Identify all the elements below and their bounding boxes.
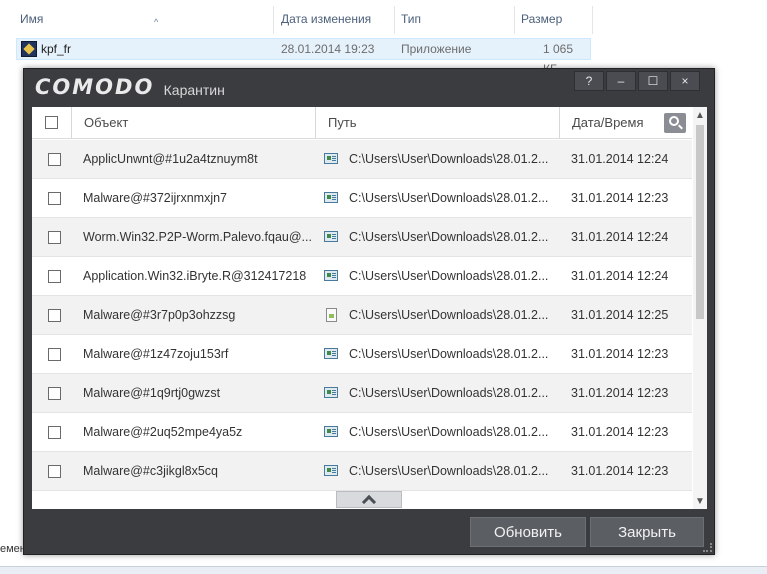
column-modified[interactable]: Дата изменения <box>275 6 395 34</box>
table-row[interactable]: ApplicUnwnt@#1u2a4tznuym8t C:\Users\User… <box>32 140 692 179</box>
object-datetime: 31.01.2014 12:24 <box>571 152 669 166</box>
object-path: C:\Users\User\Downloads\28.01.2... <box>349 269 549 283</box>
close-button[interactable]: Закрыть <box>590 517 704 547</box>
object-name: Malware@#1q9rtj0gwzst <box>83 386 221 400</box>
maximize-button[interactable]: ☐ <box>638 71 668 91</box>
object-datetime: 31.01.2014 12:23 <box>571 347 669 361</box>
column-name-label: Имя <box>20 12 44 26</box>
object-name: Malware@#2uq52mpe4ya5z <box>83 425 243 439</box>
help-button[interactable]: ? <box>574 71 604 91</box>
program-icon <box>324 231 338 242</box>
object-datetime: 31.01.2014 12:23 <box>571 425 669 439</box>
row-checkbox[interactable] <box>48 348 61 361</box>
select-all-checkbox[interactable] <box>45 116 58 129</box>
desktop: Имя ^ Дата изменения Тип Размер kpf_fr 2… <box>0 0 767 574</box>
object-path: C:\Users\User\Downloads\28.01.2... <box>349 230 549 244</box>
refresh-button[interactable]: Обновить <box>470 517 586 547</box>
collapse-details-button[interactable] <box>336 491 402 510</box>
row-checkbox[interactable] <box>48 192 61 205</box>
row-checkbox[interactable] <box>48 465 61 478</box>
object-path: C:\Users\User\Downloads\28.01.2... <box>349 386 549 400</box>
select-all-cell <box>32 107 72 139</box>
row-checkbox[interactable] <box>48 309 61 322</box>
program-icon <box>324 270 338 281</box>
resize-grip-icon[interactable] <box>703 543 712 552</box>
quarantine-window: COMODO Карантин ? – ☐ × Объект Путь Дата… <box>23 68 715 555</box>
quarantine-panel: Объект Путь Дата/Время ApplicUnwnt@#1u2a… <box>32 107 707 510</box>
scrollbar-thumb[interactable] <box>696 125 704 319</box>
object-datetime: 31.01.2014 12:23 <box>571 191 669 205</box>
object-path: C:\Users\User\Downloads\28.01.2... <box>349 308 549 322</box>
object-path: C:\Users\User\Downloads\28.01.2... <box>349 425 549 439</box>
scroll-down-arrow-icon[interactable]: ▼ <box>693 495 707 509</box>
file-type: Приложение <box>401 42 472 56</box>
object-name: Malware@#1z47zoju153rf <box>83 347 229 361</box>
chevron-up-icon <box>361 494 377 510</box>
window-controls: ? – ☐ × <box>574 71 700 91</box>
object-datetime: 31.01.2014 12:23 <box>571 464 669 478</box>
object-name: Malware@#c3jikgl8x5cq <box>83 464 218 478</box>
column-type[interactable]: Тип <box>395 6 515 34</box>
table-row[interactable]: Malware@#372ijrxnmxjn7 C:\Users\User\Dow… <box>32 179 692 218</box>
object-datetime: 31.01.2014 12:24 <box>571 269 669 283</box>
comodo-logo: COMODO <box>35 75 155 99</box>
file-row[interactable]: kpf_fr 28.01.2014 19:23 Приложение 1 065… <box>16 38 591 76</box>
vertical-scrollbar[interactable]: ▲ ▼ <box>693 107 707 509</box>
program-icon <box>324 153 338 164</box>
object-datetime: 31.01.2014 12:25 <box>571 308 669 322</box>
explorer-status-bar <box>0 566 767 574</box>
scroll-up-arrow-icon[interactable]: ▲ <box>693 109 707 123</box>
program-icon <box>324 348 338 359</box>
row-checkbox[interactable] <box>48 231 61 244</box>
row-checkbox[interactable] <box>48 387 61 400</box>
explorer-column-header: Имя ^ Дата изменения Тип Размер <box>0 0 767 36</box>
document-icon <box>326 308 337 322</box>
table-header: Объект Путь Дата/Время <box>32 107 692 139</box>
row-checkbox[interactable] <box>48 153 61 166</box>
object-datetime: 31.01.2014 12:24 <box>571 230 669 244</box>
object-datetime: 31.01.2014 12:23 <box>571 386 669 400</box>
file-name: kpf_fr <box>41 42 72 56</box>
quarantine-list: ApplicUnwnt@#1u2a4tznuym8t C:\Users\User… <box>32 140 692 491</box>
close-window-button[interactable]: × <box>670 71 700 91</box>
header-object[interactable]: Объект <box>72 107 316 139</box>
program-icon <box>324 387 338 398</box>
file-size: 1 065 КБ <box>543 42 574 76</box>
table-row[interactable]: Malware@#c3jikgl8x5cq C:\Users\User\Down… <box>32 452 692 491</box>
row-checkbox[interactable] <box>48 426 61 439</box>
object-name: Malware@#3r7p0p3ohzzsg <box>83 308 236 322</box>
object-path: C:\Users\User\Downloads\28.01.2... <box>349 347 549 361</box>
program-icon <box>324 465 338 476</box>
table-row[interactable]: Malware@#1z47zoju153rf C:\Users\User\Dow… <box>32 335 692 374</box>
object-name: Worm.Win32.P2P-Worm.Palevo.fqau@... <box>83 230 312 244</box>
program-icon <box>324 192 338 203</box>
table-row[interactable]: Malware@#1q9rtj0gwzst C:\Users\User\Down… <box>32 374 692 413</box>
table-row[interactable]: Application.Win32.iBryte.R@312417218 C:\… <box>32 257 692 296</box>
search-button[interactable] <box>664 113 686 133</box>
object-name: ApplicUnwnt@#1u2a4tznuym8t <box>83 152 258 166</box>
sort-ascending-icon: ^ <box>154 17 159 27</box>
row-checkbox[interactable] <box>48 270 61 283</box>
window-subtitle: Карантин <box>163 82 225 98</box>
header-datetime[interactable]: Дата/Время <box>560 107 660 139</box>
table-row[interactable]: Malware@#2uq52mpe4ya5z C:\Users\User\Dow… <box>32 413 692 452</box>
table-row[interactable]: Worm.Win32.P2P-Worm.Palevo.fqau@... C:\U… <box>32 218 692 257</box>
file-modified: 28.01.2014 19:23 <box>281 42 375 56</box>
column-size[interactable]: Размер <box>515 6 593 34</box>
object-path: C:\Users\User\Downloads\28.01.2... <box>349 191 549 205</box>
minimize-button[interactable]: – <box>606 71 636 91</box>
window-title: COMODO Карантин <box>35 75 225 103</box>
column-name[interactable]: Имя ^ <box>14 6 274 34</box>
object-path: C:\Users\User\Downloads\28.01.2... <box>349 152 549 166</box>
object-name: Application.Win32.iBryte.R@312417218 <box>83 269 307 283</box>
program-icon <box>324 426 338 437</box>
object-name: Malware@#372ijrxnmxjn7 <box>83 191 227 205</box>
object-path: C:\Users\User\Downloads\28.01.2... <box>349 464 549 478</box>
table-row[interactable]: Malware@#3r7p0p3ohzzsg C:\Users\User\Dow… <box>32 296 692 335</box>
application-icon <box>21 41 37 57</box>
header-path[interactable]: Путь <box>316 107 560 139</box>
